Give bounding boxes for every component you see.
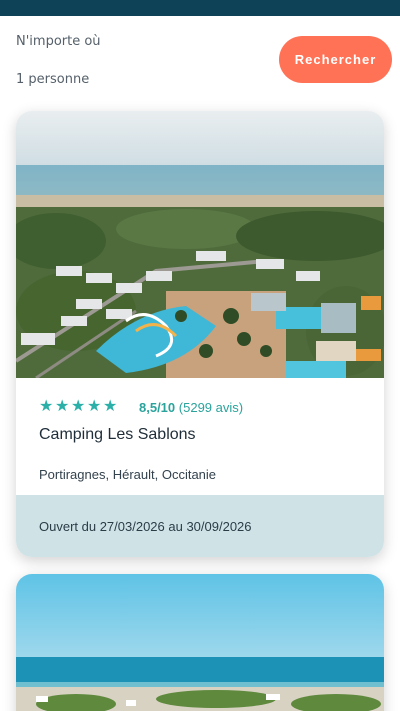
- opening-dates-text: Ouvert du 27/03/2026 au 30/09/2026: [39, 519, 252, 534]
- campsite-aerial-image: [16, 111, 384, 378]
- guests-field[interactable]: 1 personne: [16, 72, 89, 87]
- star-icon: ★: [55, 396, 70, 415]
- campsite-location: Portiragnes, Hérault, Occitanie: [39, 467, 217, 482]
- campsite-card[interactable]: [16, 574, 384, 711]
- star-icon: ★: [87, 396, 102, 415]
- opening-dates-banner: Ouvert du 27/03/2026 au 30/09/2026: [16, 495, 384, 557]
- campsite-name[interactable]: Camping Les Sablons: [39, 426, 196, 444]
- star-icon: ★: [71, 396, 86, 415]
- destination-field[interactable]: N'importe où: [16, 34, 101, 49]
- campsite-photo: [16, 574, 384, 711]
- campsite-photo: [16, 111, 384, 378]
- campsite-aerial-image: [16, 574, 384, 711]
- rating-score: 8,5/10: [139, 400, 176, 415]
- search-button[interactable]: Rechercher: [279, 36, 392, 83]
- search-panel: N'importe où 1 personne Rechercher: [0, 16, 400, 106]
- campsite-info: ★ ★ ★ ★ ★ 8,5/10 (5299 avis) Camping Les…: [16, 378, 384, 495]
- campsite-card[interactable]: ★ ★ ★ ★ ★ 8,5/10 (5299 avis) Camping Les…: [16, 111, 384, 557]
- star-rating: ★ ★ ★ ★ ★: [39, 396, 118, 415]
- app-header-bar: [0, 0, 400, 16]
- rating-count: (5299 avis): [178, 400, 244, 415]
- review-rating: 8,5/10 (5299 avis): [139, 400, 243, 415]
- star-icon: ★: [39, 396, 54, 415]
- star-icon: ★: [103, 396, 118, 415]
